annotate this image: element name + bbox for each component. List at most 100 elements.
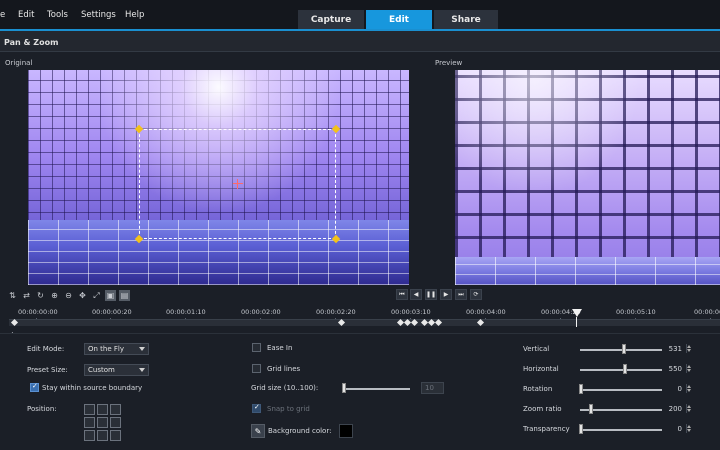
edit-mode-dropdown[interactable]: On the Fly [84,343,149,355]
next-frame-button[interactable]: ▶ [440,289,452,300]
transparency-value[interactable]: 0 [660,425,682,435]
position-bottom-left[interactable] [84,430,95,441]
position-label: Position: [27,405,57,413]
preset-size-label: Preset Size: [27,366,68,374]
repeat-button[interactable]: ⟳ [470,289,482,300]
tab-edit[interactable]: Edit [366,10,432,29]
zoom-in-icon[interactable]: ⊕ [49,290,60,301]
full-mode-icon[interactable]: ▤ [119,290,130,301]
menu-edit[interactable]: Edit [18,10,34,20]
time-label: 00:00:00:20 [92,308,132,316]
zoom-ratio-spinner-icon[interactable] [686,404,691,413]
time-label: 00:00:03:10 [391,308,431,316]
time-label: 00:00:00:00 [18,308,58,316]
rotation-spinner-icon[interactable] [686,384,691,393]
edit-mode-label: Edit Mode: [27,345,65,353]
chevron-down-icon [139,368,145,372]
edit-mode-value: On the Fly [88,345,124,353]
stay-within-label: Stay within source boundary [42,384,143,392]
stay-within-checkbox[interactable] [30,382,39,392]
preview-panel-label: Preview [435,59,463,67]
transparency-slider[interactable] [580,429,662,431]
rotate-icon[interactable]: ↻ [35,290,46,301]
position-top-right[interactable] [110,404,121,415]
zoom-out-icon[interactable]: ⊖ [63,290,74,301]
center-crosshair-icon[interactable] [233,179,243,189]
menu-help[interactable]: Help [125,10,144,20]
preview-tiles [455,70,720,285]
menu-tools[interactable]: Tools [47,10,68,20]
position-center[interactable] [97,417,108,428]
pause-button[interactable]: ❚❚ [425,289,437,300]
dialog-title-bar: Pan & Zoom [0,31,720,52]
dialog-title: Pan & Zoom [4,38,59,47]
workspace-tabs: Capture Edit Share [298,10,498,29]
zoom-ratio-label: Zoom ratio [523,405,562,413]
time-label: 00:00:02:00 [241,308,281,316]
vertical-value[interactable]: 531 [660,345,682,355]
vertical-knob[interactable] [622,344,626,354]
home-button[interactable]: ⏮ [396,289,408,300]
time-label: 00:00:05:10 [616,308,656,316]
rotation-value[interactable]: 0 [660,385,682,395]
grid-size-input[interactable]: 10 [421,382,444,394]
zoom-ratio-knob[interactable] [589,404,593,414]
transparency-knob[interactable] [579,424,583,434]
previous-frame-button[interactable]: ◀ [410,289,422,300]
rotation-slider[interactable] [580,389,662,391]
transparency-spinner-icon[interactable] [686,424,691,433]
chevron-down-icon [139,347,145,351]
background-color-swatch[interactable] [339,424,353,438]
fit-icon[interactable]: ⤢ [91,290,102,301]
horizontal-value[interactable]: 550 [660,365,682,375]
preview-floor [455,257,720,285]
horizontal-slider[interactable] [580,369,662,371]
preview-image [455,70,720,285]
time-label: 00:00:04:00 [466,308,506,316]
time-label: 00:00:01:10 [166,308,206,316]
flip-icon[interactable]: ⇅ [7,290,18,301]
end-button[interactable]: ⏭ [455,289,467,300]
menu-bar: e Edit Tools Settings Help Capture Edit … [0,0,720,30]
time-label: 00:00:02:20 [316,308,356,316]
menu-file[interactable]: e [0,10,5,20]
ease-in-checkbox[interactable] [252,343,261,352]
grid-size-value: 10 [425,384,434,392]
grid-size-knob[interactable] [342,383,346,393]
grid-lines-checkbox[interactable] [252,364,261,373]
position-bottom-right[interactable] [110,430,121,441]
snap-to-grid-checkbox[interactable] [252,403,261,413]
position-top-center[interactable] [97,404,108,415]
grid-lines-label: Grid lines [267,365,301,373]
position-middle-right[interactable] [110,417,121,428]
grid-size-label: Grid size (10..100): [251,384,319,392]
background-color-label: Background color: [268,427,332,435]
playhead-line [576,317,577,327]
position-grid [84,404,121,441]
position-bottom-center[interactable] [97,430,108,441]
preset-size-dropdown[interactable]: Custom [84,364,149,376]
horizontal-knob[interactable] [623,364,627,374]
vertical-label: Vertical [523,345,550,353]
preset-size-value: Custom [88,366,115,374]
move-icon[interactable]: ✥ [77,290,88,301]
mirror-icon[interactable]: ⇄ [21,290,32,301]
position-middle-left[interactable] [84,417,95,428]
color-picker-icon[interactable]: ✎ [251,424,265,438]
tab-capture[interactable]: Capture [298,10,364,29]
vertical-spinner-icon[interactable] [686,344,691,353]
time-label: 00:00:06 [694,308,720,316]
position-top-left[interactable] [84,404,95,415]
vertical-slider[interactable] [580,349,662,351]
horizontal-label: Horizontal [523,365,559,373]
rotation-knob[interactable] [579,384,583,394]
horizontal-spinner-icon[interactable] [686,364,691,373]
preview-mode-icon[interactable]: ▣ [105,290,116,301]
tab-share[interactable]: Share [434,10,498,29]
grid-size-slider[interactable] [343,388,410,390]
transparency-label: Transparency [523,425,570,433]
keyframe-track[interactable] [9,319,720,326]
snap-to-grid-label: Snap to grid [267,405,310,413]
zoom-ratio-value[interactable]: 200 [660,405,682,415]
menu-settings[interactable]: Settings [81,10,116,20]
